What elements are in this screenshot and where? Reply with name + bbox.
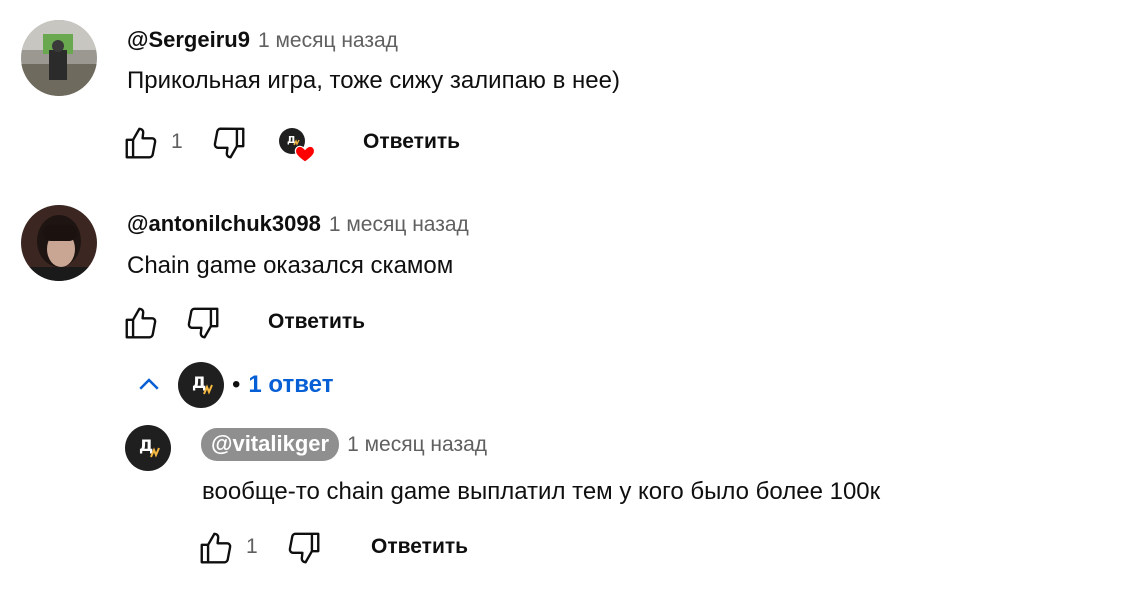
avatar[interactable]	[21, 205, 97, 281]
replies-count[interactable]: 1 ответ	[248, 371, 333, 399]
thumbs-down-icon	[288, 532, 320, 564]
svg-text:Д: Д	[192, 373, 206, 392]
comment-time[interactable]: 1 месяц назад	[258, 29, 398, 52]
comment-text: Прикольная игра, тоже сижу залипаю в нее…	[127, 67, 620, 94]
like-button[interactable]	[122, 304, 160, 342]
reply-button[interactable]: Ответить	[268, 310, 365, 334]
thumbs-down-icon	[213, 127, 245, 159]
dislike-button[interactable]	[210, 124, 248, 162]
comment-author[interactable]: @antonilchuk3098	[127, 211, 321, 236]
like-button[interactable]	[122, 124, 160, 162]
creator-author-chip[interactable]: @vitalikger	[201, 428, 340, 461]
like-count: 1	[171, 130, 183, 153]
channel-logo-icon: Д	[192, 373, 213, 395]
creator-avatar: Д	[178, 362, 224, 408]
comment-time[interactable]: 1 месяц назад	[347, 433, 487, 457]
svg-text:Д: Д	[139, 436, 153, 455]
comment-header: @Sergeiru9 1 месяц назад	[127, 27, 398, 53]
heart-icon	[294, 145, 316, 163]
replies-toggle[interactable]: Д • 1 ответ	[134, 362, 333, 408]
comment-header: @antonilchuk3098 1 месяц назад	[127, 211, 469, 237]
creator-heart: Д	[279, 128, 319, 166]
chevron-up-icon	[139, 378, 159, 390]
comment-time[interactable]: 1 месяц назад	[329, 213, 469, 236]
avatar[interactable]: Д	[125, 425, 171, 471]
thumbs-down-icon	[187, 307, 219, 339]
comment-text: вообще-то chain game выплатил тем у кого…	[202, 478, 881, 505]
channel-logo-icon: Д	[139, 436, 160, 458]
thumbs-up-icon	[125, 127, 157, 159]
like-button[interactable]	[197, 529, 235, 567]
avatar[interactable]	[21, 20, 97, 96]
comment-text: Chain game оказался скамом	[127, 252, 454, 279]
like-count: 1	[246, 535, 258, 558]
dislike-button[interactable]	[285, 529, 323, 567]
comment-author[interactable]: @Sergeiru9	[127, 27, 250, 52]
dislike-button[interactable]	[184, 304, 222, 342]
thumbs-up-icon	[125, 307, 157, 339]
comment-header: @vitalikger 1 месяц назад	[201, 428, 487, 461]
thumbs-up-icon	[200, 532, 232, 564]
reply-button[interactable]: Ответить	[363, 130, 460, 154]
replies-bullet: •	[232, 371, 241, 398]
reply-button[interactable]: Ответить	[371, 535, 468, 559]
